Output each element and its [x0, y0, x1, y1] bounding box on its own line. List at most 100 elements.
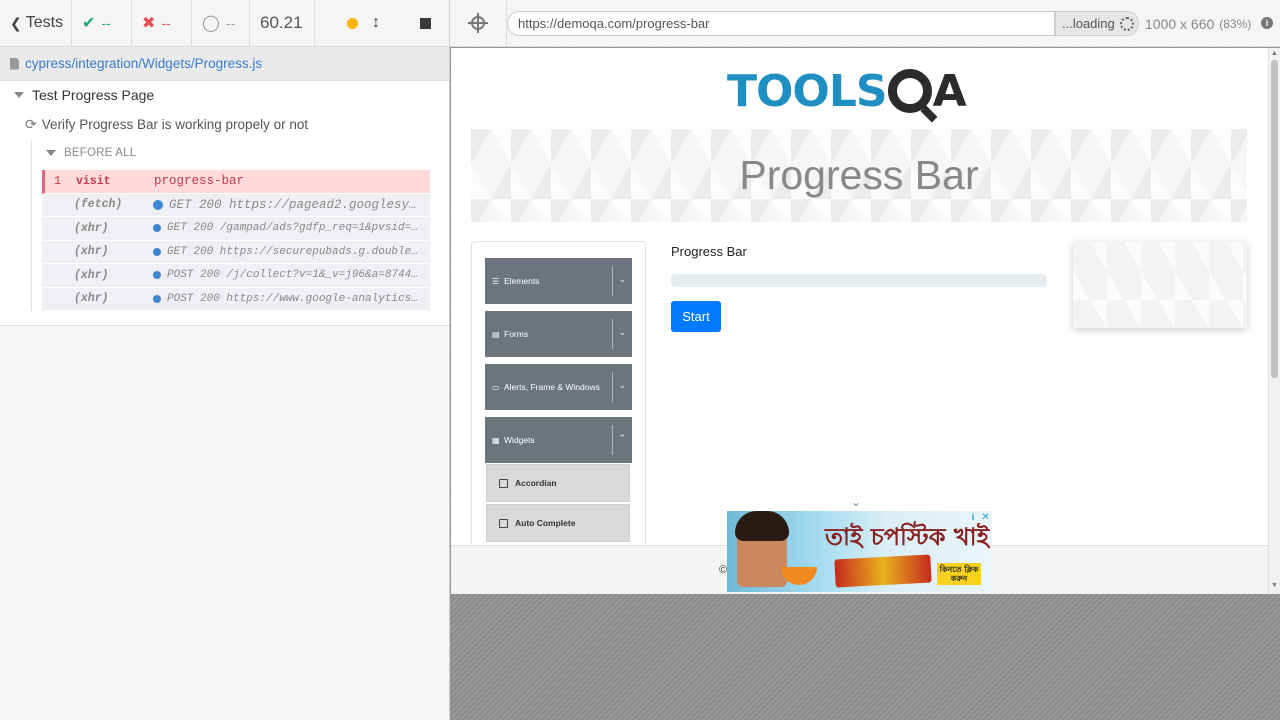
reporter-header: ❮ Tests ✔ -- ✖ -- ◯ -- 60.21 ↕ [0, 0, 449, 47]
viewport-scale: (83%) [1219, 16, 1252, 31]
html-icon [499, 518, 508, 528]
nav-group-forms[interactable]: ▤ Forms ⌄ [485, 311, 632, 357]
viewport-info: 1000 x 660 (83%) [1145, 0, 1251, 47]
request-dot-icon [153, 271, 161, 280]
hook-title: BEFORE ALL [64, 147, 137, 159]
loading-label: ...loading [1062, 16, 1115, 31]
window-icon: ▭ [492, 382, 500, 392]
nav-group-alerts[interactable]: ▭ Alerts, Frame & Windows ⌄ [485, 364, 632, 410]
command-number: 1 [54, 174, 62, 189]
suite-title[interactable]: Test Progress Page [14, 87, 154, 103]
hooks-container: BEFORE ALL 1 visit progress-bar (fetch) … [31, 141, 431, 311]
command-row[interactable]: (xhr) GET 200 https://securepubads.g.dou… [42, 240, 430, 264]
page-title: Progress Bar [739, 152, 979, 198]
doc-icon: ▤ [492, 329, 500, 339]
test-title-text: Verify Progress Bar is working propely o… [41, 117, 309, 132]
close-icon[interactable]: ✕ [979, 511, 992, 523]
runnables-list: Test Progress Page ⟳ Verify Progress Bar… [0, 81, 449, 326]
command-message-text: POST 200 /j/collect?v=1&_v=j96&a=8744880… [167, 269, 422, 282]
command-row[interactable]: (xhr) POST 200 /j/collect?v=1&_v=j96&a=8… [42, 264, 430, 288]
tests-button[interactable]: ❮ Tests [0, 0, 72, 46]
nav-group-label: Elements [504, 276, 540, 286]
viewport-size: 1000 x 660 [1145, 15, 1215, 32]
request-dot-icon [153, 294, 161, 303]
request-dot-icon [153, 199, 163, 210]
nav-item-label: Auto Complete [515, 518, 576, 528]
command-message-text: GET 200 https://securepubads.g.doublecli… [167, 245, 422, 258]
selector-playground-button[interactable] [450, 0, 507, 47]
ad-cta-button[interactable]: কিনতে ক্লিক করুন [937, 563, 981, 585]
chevron-down-icon: ⌄ [618, 380, 626, 390]
logo-text-end: A [932, 65, 967, 117]
ad-child-hair [735, 511, 789, 541]
passed-value: -- [101, 15, 111, 31]
html-icon [499, 478, 508, 488]
command-name: (xhr) [74, 292, 109, 306]
chevron-left-icon: ❮ [10, 14, 22, 31]
test-title[interactable]: ⟳ Verify Progress Bar is working propely… [25, 116, 308, 133]
chevron-down-icon[interactable]: ⌄ [851, 495, 861, 509]
scrollbar-thumb[interactable] [1271, 60, 1278, 378]
spinner-icon [1119, 16, 1134, 31]
divider [612, 319, 613, 349]
crosshair-icon [468, 13, 488, 33]
nav-group-elements[interactable]: ☰ Elements ⌄ [485, 258, 632, 304]
collapse-triangle-icon [14, 92, 24, 98]
before-all-hook[interactable]: BEFORE ALL [46, 147, 136, 159]
side-ad-placeholder [1073, 242, 1247, 328]
left-nav-panel: ☰ Elements ⌄ ▤ Forms ⌄ ▭ Alerts, Frame &… [471, 241, 646, 551]
page-banner: Progress Bar [471, 129, 1247, 222]
command-row[interactable]: (xhr) POST 200 https://www.google-analyt… [42, 287, 430, 311]
command-message: POST 200 https://www.google-analytics.co… [153, 293, 430, 305]
spec-path-text: cypress/integration/Widgets/Progress.js [25, 56, 263, 71]
command-message-text: GET 200 /gampad/ads?gdfp_req=1&pvsid=410… [167, 222, 422, 235]
url-bar[interactable]: https://demoqa.com/progress-bar [507, 11, 1055, 36]
x-icon: ✖ [142, 15, 156, 32]
spec-file-path[interactable]: cypress/integration/Widgets/Progress.js [0, 47, 449, 81]
failed-value: -- [161, 15, 171, 31]
pending-count: ◯ -- [192, 0, 250, 46]
check-icon: ✔ [82, 15, 96, 32]
aut-header: https://demoqa.com/progress-bar ...loadi… [450, 0, 1280, 47]
command-message-text: GET 200 https://pagead2.googlesyndicatio… [169, 197, 422, 212]
chevron-down-icon: ⌄ [618, 327, 626, 337]
command-row[interactable]: 1 visit progress-bar [42, 170, 430, 194]
nav-item-accordian[interactable]: Accordian [486, 464, 630, 502]
request-dot-icon [153, 247, 161, 256]
divider [612, 425, 613, 455]
command-message: GET 200 https://securepubads.g.doublecli… [153, 246, 430, 258]
run-controls: ↕ [315, 0, 449, 46]
nav-item-label: Accordian [515, 478, 557, 488]
progress-heading: Progress Bar [671, 244, 747, 259]
page-scrollbar[interactable]: ▲ ▼ [1268, 48, 1280, 594]
divider [612, 372, 613, 402]
footer-copyright: © [719, 564, 728, 576]
file-icon [10, 57, 19, 70]
collapse-triangle-icon [46, 150, 56, 156]
failed-count: ✖ -- [132, 0, 192, 46]
ad-choices-icon[interactable]: i [967, 511, 979, 523]
duration: 60.21 [250, 0, 315, 46]
scroll-up-icon[interactable]: ▲ [1271, 50, 1278, 57]
circle-icon: ◯ [202, 15, 220, 32]
divider [612, 266, 613, 296]
gear-icon [887, 69, 932, 113]
reporter-panel: ❮ Tests ✔ -- ✖ -- ◯ -- 60.21 ↕ cypress/i… [0, 0, 450, 720]
running-status-dot [347, 17, 358, 29]
stop-icon[interactable] [420, 17, 431, 29]
auto-scroll-icon[interactable]: ↕ [372, 14, 380, 32]
nav-item-auto-complete[interactable]: Auto Complete [486, 504, 630, 542]
command-row[interactable]: (fetch) GET 200 https://pagead2.googlesy… [42, 193, 430, 217]
toolsqa-logo[interactable]: TOOLS A [727, 60, 997, 122]
info-icon[interactable]: i [1261, 17, 1273, 29]
loading-indicator: ...loading [1055, 11, 1139, 36]
list-icon: ☰ [492, 276, 500, 286]
command-name: visit [76, 174, 111, 188]
scroll-down-icon[interactable]: ▼ [1271, 582, 1278, 589]
ad-banner[interactable]: তাই চপস্টিক খাই কিনতে ক্লিক করুন i ✕ [727, 511, 992, 592]
nav-group-widgets[interactable]: ▦ Widgets ⌃ [485, 417, 632, 463]
pending-value: -- [225, 15, 236, 31]
command-row[interactable]: (xhr) GET 200 /gampad/ads?gdfp_req=1&pvs… [42, 217, 430, 241]
ad-product-pack [834, 554, 932, 588]
start-button[interactable]: Start [671, 301, 721, 332]
